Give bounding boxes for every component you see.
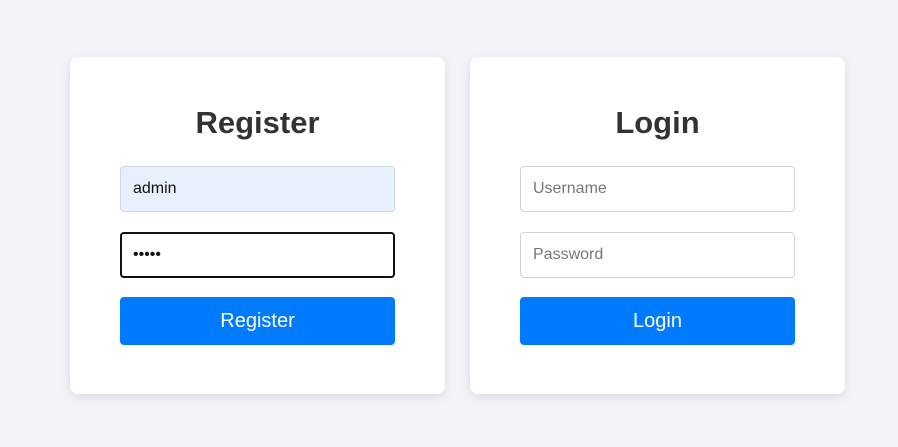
register-button[interactable]: Register <box>120 297 395 345</box>
login-username-input[interactable] <box>520 166 795 212</box>
register-password-input[interactable] <box>120 232 395 278</box>
register-title: Register <box>195 105 320 140</box>
login-title: Login <box>615 105 700 140</box>
register-card: Register Register <box>70 57 445 394</box>
login-card: Login Login <box>470 57 845 394</box>
register-username-input[interactable] <box>120 166 395 212</box>
login-password-input[interactable] <box>520 232 795 278</box>
login-button[interactable]: Login <box>520 297 795 345</box>
